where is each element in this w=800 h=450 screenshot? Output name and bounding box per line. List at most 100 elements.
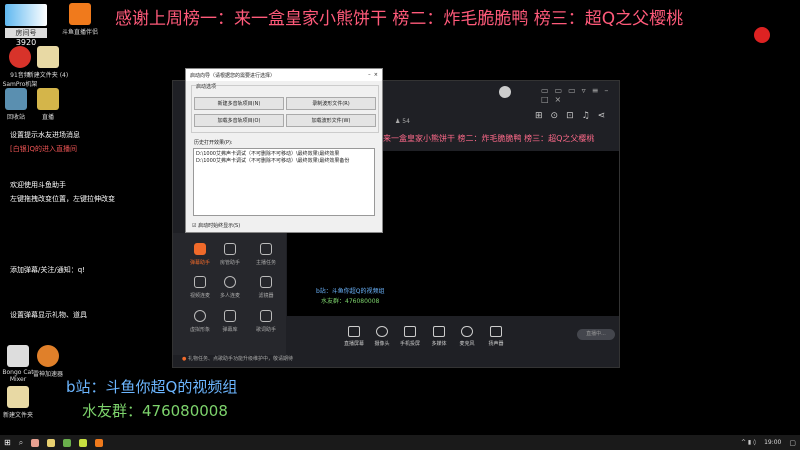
followers-value: 54: [402, 118, 410, 125]
lyrics-icon: [260, 310, 272, 322]
control-label: 直播屏幕: [343, 341, 364, 347]
tool-label: 多人连麦: [219, 293, 240, 299]
dialog-window-controls[interactable]: – ×: [368, 72, 378, 78]
control-speaker[interactable]: 扬声器: [481, 326, 511, 347]
bilibili-overlay: b站：斗鱼你超Q的视频组: [66, 378, 238, 396]
show-on-startup-checkbox[interactable]: ☑ 启动时始终显示(S): [192, 222, 240, 229]
tool-label: 歌词助手: [255, 327, 276, 333]
task-icon: [260, 243, 272, 255]
app-icon[interactable]: [79, 438, 88, 447]
control-mic[interactable]: 麦克风: [452, 326, 482, 347]
chat-message: 设置弹幕显示礼物、道具: [10, 311, 87, 319]
tool-lyrics[interactable]: 歌词助手: [246, 310, 286, 333]
tool-filter[interactable]: 滤镜器: [246, 276, 286, 299]
tool-tasks[interactable]: 主播任务: [246, 243, 286, 266]
tv-icon: [224, 310, 236, 322]
tool-label: 弹幕助手: [189, 260, 210, 266]
desktop-icon[interactable]: 新建文件夹: [0, 386, 40, 419]
history-label: 历史打开效果(P):: [194, 140, 233, 146]
load-multitrack-button[interactable]: 加载多音轨项目(O): [194, 114, 284, 127]
control-label: 扬声器: [488, 341, 504, 347]
speaker-icon: [490, 326, 502, 337]
new-multitrack-button[interactable]: 新建多音轨项目(N): [194, 97, 284, 110]
mic-icon: [194, 276, 206, 288]
record-icon: [754, 27, 770, 43]
taskbar: ⊞ ⌕ ^ ▮ ◊ 19:00 ▢: [0, 435, 800, 450]
search-icon[interactable]: ⌕: [19, 438, 23, 448]
icon-label: 直播: [41, 114, 54, 121]
status-text: 礼物任务、点歌助手功能升级维护中，敬请期待: [187, 356, 293, 362]
microphone-icon: [461, 326, 473, 337]
desktop-icon[interactable]: 新建文件夹 (4): [26, 46, 70, 79]
followers-count: ♟ 54: [395, 118, 410, 125]
control-label: 摄像头: [374, 341, 390, 347]
control-screen[interactable]: 直播屏幕: [339, 326, 369, 347]
preview-banner: 来一盒皇家小熊饼干 榜二：炸毛脆脆鸭 榜三：超Q之父樱桃: [383, 134, 595, 143]
avatar[interactable]: [499, 86, 511, 98]
qq-group-overlay: 水友群：476080008: [82, 402, 228, 420]
history-item[interactable]: D:\1000艾弗声卡调试（不可删除不可移动）\最终效果\最终效果: [196, 151, 372, 158]
control-phone[interactable]: 手机投屏: [395, 326, 425, 347]
icon-label: 雷神加速器: [32, 371, 63, 378]
screen-icon: [348, 326, 360, 337]
folder-icon: [7, 386, 29, 408]
recycle-bin-icon: [5, 88, 27, 110]
control-label: 麦克风: [459, 341, 475, 347]
desktop-icon[interactable]: 直播: [26, 88, 70, 121]
control-label: 手机投屏: [399, 341, 420, 347]
icon-label: 新建文件夹: [2, 412, 33, 419]
chat-message: 左键拖拽改变位置，左键拉伸改变: [10, 195, 115, 203]
room-tools[interactable]: ⊞⊙⊡♫⋖: [535, 111, 613, 121]
load-wave-button[interactable]: 加载波形文件(W): [286, 114, 376, 127]
app-icon[interactable]: [31, 438, 40, 447]
clock[interactable]: 19:00: [764, 439, 781, 446]
history-list[interactable]: D:\1000艾弗声卡调试（不可删除不可移动）\最终效果\最终效果 D:\100…: [193, 148, 375, 216]
tool-danmu-lib[interactable]: 弹幕库: [210, 310, 250, 333]
preview-overlay-text: b站：斗鱼你超Q的视频组: [316, 288, 385, 295]
app-icon: [37, 345, 59, 367]
record-wave-button[interactable]: 录制波形文件(R): [286, 97, 376, 110]
chat-message: 欢迎使用斗鱼助手: [10, 181, 66, 189]
notification-icon[interactable]: ▢: [789, 439, 796, 447]
startup-wizard-dialog: 启动向导（请根据您的需要进行选择） – × 启动选项 新建多音轨项目(N) 录制波…: [185, 68, 383, 233]
danmu-icon: [194, 243, 206, 255]
app-icon[interactable]: [95, 438, 104, 447]
history-item[interactable]: D:\1000艾弗声卡调试（不可删除不可移动）\最终效果\最终效果备份: [196, 158, 372, 165]
control-camera[interactable]: 摄像头: [367, 326, 397, 347]
start-icon[interactable]: ⊞: [4, 438, 11, 447]
icon-label: 新建文件夹 (4): [27, 72, 69, 79]
live-button[interactable]: 直播中...: [577, 329, 615, 340]
tray-icons[interactable]: ^ ▮ ◊: [741, 439, 756, 446]
icon-label: 斗鱼直播伴侣: [61, 29, 98, 36]
tool-label: 视频连麦: [189, 293, 210, 299]
status-bar: ● 礼物任务、点歌助手功能升级维护中，敬请期待: [182, 355, 293, 362]
window-controls[interactable]: ▭▭▭▿≡–□×: [541, 86, 619, 104]
tool-multi-link[interactable]: 多人连麦: [210, 276, 250, 299]
chat-message: 添加弹幕/关注/通知：q!: [10, 266, 85, 274]
user-icon: [224, 243, 236, 255]
tool-label: 虚拟形象: [189, 327, 210, 333]
phone-icon: [404, 326, 416, 337]
room-label: 房间号: [5, 28, 47, 38]
download-icon: [224, 276, 236, 288]
tool-label: 主播任务: [255, 260, 276, 266]
control-media[interactable]: 多媒体: [424, 326, 454, 347]
icon-label: 回收站: [6, 114, 25, 121]
desktop-icon[interactable]: 雷神加速器: [26, 345, 70, 378]
app-icon: [69, 3, 91, 25]
desktop-icon[interactable]: 斗鱼直播伴侣: [58, 3, 102, 36]
banner-text: 感谢上周榜一：来一盒皇家小熊饼干 榜二：炸毛脆脆鸭 榜三：超Q之父樱桃: [115, 9, 684, 29]
group-label: 启动选项: [196, 83, 217, 90]
control-label: 多媒体: [431, 341, 447, 347]
tool-label: 房管助手: [219, 260, 240, 266]
tool-room-manager[interactable]: 房管助手: [210, 243, 250, 266]
media-icon: [433, 326, 445, 337]
preview-overlay-text: 水友群：476080008: [321, 298, 380, 305]
bear-icon: [194, 310, 206, 322]
app-icon[interactable]: [63, 438, 72, 447]
chat-message: [白银]Q的进入直播间: [10, 145, 77, 153]
camera-icon: [376, 326, 388, 337]
folder-icon[interactable]: [47, 438, 56, 447]
folder-icon: [37, 46, 59, 68]
checkbox-label: 启动时始终显示(S): [198, 223, 241, 229]
